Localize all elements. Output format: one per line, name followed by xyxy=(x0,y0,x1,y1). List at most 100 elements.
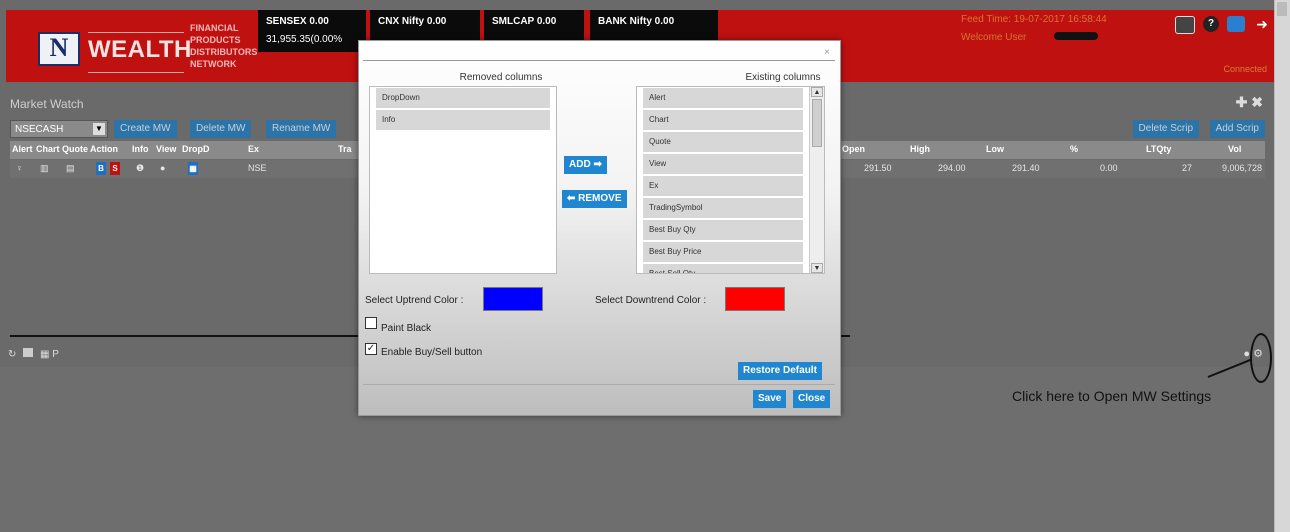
logout-icon[interactable]: ➜ xyxy=(1253,16,1271,32)
create-mw-button[interactable]: Create MW xyxy=(114,120,177,138)
existing-columns-title: Existing columns xyxy=(745,72,821,83)
column-settings-dialog: × Removed columns Existing columns DropD… xyxy=(358,40,841,416)
logo: N WEALTH FINANCIAL PRODUCTS DISTRIBUTORS… xyxy=(12,20,257,76)
remove-column-button[interactable]: ⬅ REMOVE xyxy=(562,190,627,208)
user-icon[interactable] xyxy=(1227,16,1245,32)
close-icon[interactable]: × xyxy=(824,47,830,58)
page-scrollbar[interactable] xyxy=(1274,0,1290,532)
list-item[interactable]: Chart xyxy=(643,110,803,130)
page-scroll-thumb[interactable] xyxy=(1277,2,1287,16)
list-item[interactable]: Best Buy Qty xyxy=(643,220,803,240)
export-icon[interactable] xyxy=(23,348,34,357)
volume-cell: 9,006,728 xyxy=(1222,163,1263,173)
col-header[interactable]: Vol xyxy=(1228,144,1241,154)
list-item[interactable]: Best Buy Price xyxy=(643,242,803,262)
list-item[interactable]: Best Sell Qty xyxy=(643,264,803,273)
col-header[interactable]: View xyxy=(156,144,176,154)
view-icon[interactable]: ● xyxy=(160,163,165,173)
list-item[interactable]: Quote xyxy=(643,132,803,152)
list-scrollbar[interactable]: ▲ ▼ xyxy=(809,87,824,273)
paint-black-label: Paint Black xyxy=(381,323,432,334)
grid-icon[interactable]: ▦ xyxy=(40,349,49,360)
list-item[interactable]: Ex xyxy=(643,176,803,196)
uptrend-color-picker[interactable] xyxy=(483,287,543,311)
annotation-text: Click here to Open MW Settings xyxy=(1012,388,1212,404)
removed-columns-title: Removed columns xyxy=(459,72,543,83)
open-cell: 291.50 xyxy=(864,163,892,173)
ltqty-cell: 27 xyxy=(1182,163,1193,173)
ticker-name: BANK Nifty 0.00 xyxy=(598,16,675,27)
buy-button[interactable]: B xyxy=(96,162,106,175)
list-item[interactable]: Alert xyxy=(643,88,803,108)
scroll-up-icon[interactable]: ▲ xyxy=(811,87,823,97)
help-icon[interactable]: ? xyxy=(1203,16,1219,32)
percent-cell: 0.00 xyxy=(1100,163,1118,173)
delete-scrip-button[interactable]: Delete Scrip xyxy=(1132,120,1199,138)
feed-time: Feed Time: 19-07-2017 16:58:44 xyxy=(961,14,1107,25)
col-header[interactable]: Open xyxy=(842,144,865,154)
keyboard-icon[interactable] xyxy=(1175,16,1195,34)
col-header[interactable]: LTQty xyxy=(1146,144,1171,154)
col-header[interactable]: Chart xyxy=(36,144,60,154)
existing-columns-list[interactable]: Alert Chart Quote View Ex TradingSymbol … xyxy=(636,86,825,274)
col-header[interactable]: High xyxy=(910,144,930,154)
segment-select[interactable]: NSECASH ▼ xyxy=(10,120,108,138)
info-icon[interactable]: ❶ xyxy=(136,163,144,174)
paint-black-checkbox[interactable] xyxy=(365,317,377,329)
welcome-text: Welcome User xyxy=(961,32,1027,43)
scroll-down-icon[interactable]: ▼ xyxy=(811,263,823,273)
col-header[interactable]: Ex xyxy=(248,144,259,154)
quote-icon[interactable]: ▤ xyxy=(66,163,75,174)
annotation-ellipse xyxy=(1250,333,1272,383)
list-item[interactable]: Info xyxy=(376,110,550,130)
enable-buysell-label: Enable Buy/Sell button xyxy=(381,347,483,358)
col-header[interactable]: Tra xyxy=(338,144,352,154)
col-header[interactable]: Alert xyxy=(12,144,33,154)
removed-columns-list[interactable]: DropDown Info xyxy=(369,86,557,274)
list-item[interactable]: TradingSymbol xyxy=(643,198,803,218)
footer-mark: P xyxy=(52,349,59,360)
header-icons: ? ➜ xyxy=(1175,16,1271,34)
chart-icon[interactable]: ▥ xyxy=(40,163,49,174)
delete-mw-button[interactable]: Delete MW xyxy=(190,120,252,138)
rename-mw-button[interactable]: Rename MW xyxy=(266,120,337,138)
ticker-name: SMLCAP 0.00 xyxy=(492,16,557,27)
alert-icon[interactable]: ♀ xyxy=(16,163,23,173)
list-item[interactable]: View xyxy=(643,154,803,174)
col-header[interactable]: Action xyxy=(90,144,118,154)
col-header[interactable]: Low xyxy=(986,144,1004,154)
save-button[interactable]: Save xyxy=(753,390,787,408)
connection-status: Connected xyxy=(1223,64,1267,74)
col-header[interactable]: % xyxy=(1070,144,1078,154)
app-window: N WEALTH FINANCIAL PRODUCTS DISTRIBUTORS… xyxy=(0,0,1275,532)
col-header[interactable]: Info xyxy=(132,144,149,154)
high-cell: 294.00 xyxy=(938,163,966,173)
ticker-name: SENSEX 0.00 xyxy=(266,16,329,27)
ticker-name: CNX Nifty 0.00 xyxy=(378,16,447,27)
col-header[interactable]: Quote xyxy=(62,144,88,154)
uptrend-color-label: Select Uptrend Color : xyxy=(365,295,464,306)
restore-default-button[interactable]: Restore Default xyxy=(738,362,822,380)
ticker-sensex[interactable]: SENSEX 0.00 31,955.35(0.00% xyxy=(258,10,366,52)
logo-text: WEALTH xyxy=(88,36,192,63)
list-item[interactable]: DropDown xyxy=(376,88,550,108)
exchange-cell: NSE xyxy=(248,163,267,173)
downtrend-color-picker[interactable] xyxy=(725,287,785,311)
enable-buysell-checkbox[interactable]: ✓ xyxy=(365,343,377,355)
refresh-icon[interactable]: ↻ xyxy=(8,349,16,360)
sell-button[interactable]: S xyxy=(110,162,120,175)
redacted-username xyxy=(1054,32,1098,40)
chevron-down-icon: ▼ xyxy=(93,123,105,135)
segment-select-value: NSECASH xyxy=(15,124,64,135)
add-scrip-button[interactable]: Add Scrip xyxy=(1209,120,1265,138)
add-column-button[interactable]: ADD ➡ xyxy=(564,156,607,174)
mw-add-close-icons[interactable]: ✚ ✖ xyxy=(1236,94,1263,111)
scroll-thumb[interactable] xyxy=(812,99,822,147)
market-watch-title: Market Watch xyxy=(10,97,84,111)
col-header[interactable]: DropD xyxy=(182,144,210,154)
low-cell: 291.40 xyxy=(1012,163,1040,173)
dropdown-icon[interactable]: ▦ xyxy=(188,162,198,175)
close-button[interactable]: Close xyxy=(793,390,831,408)
logo-mark: N xyxy=(38,32,80,66)
mw-footer-tools: ↻ ▦ P xyxy=(8,348,59,360)
